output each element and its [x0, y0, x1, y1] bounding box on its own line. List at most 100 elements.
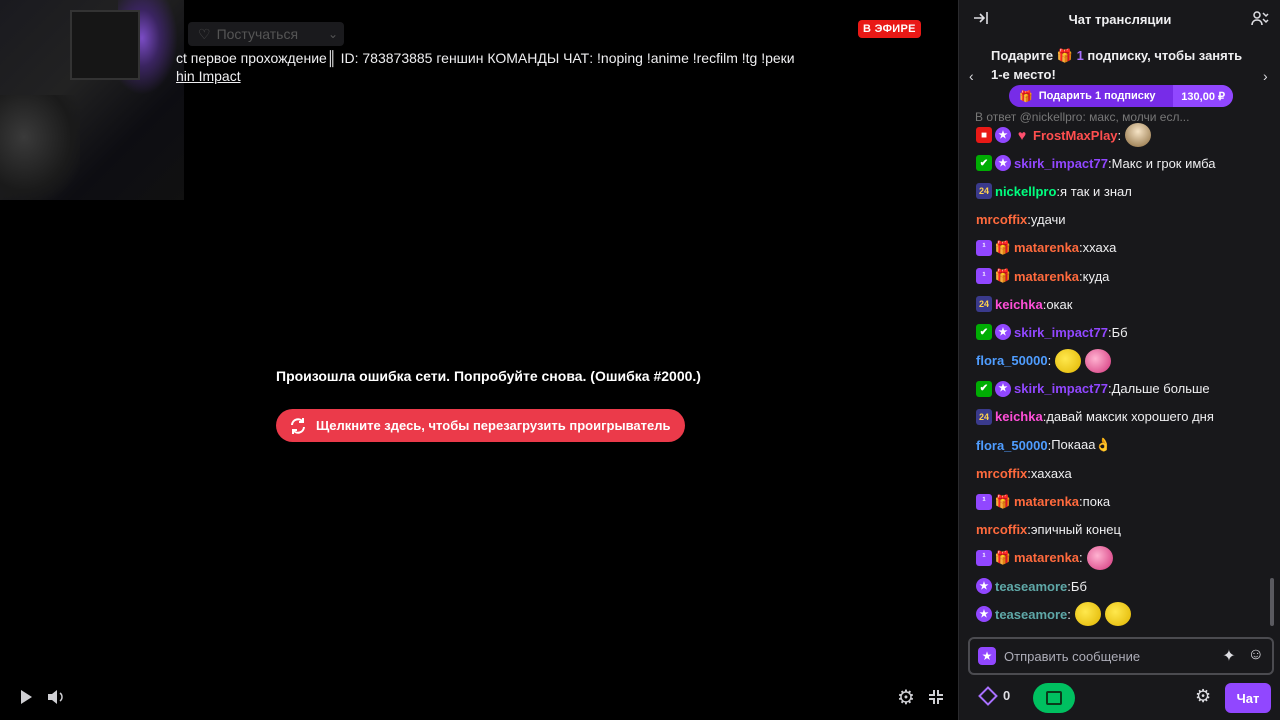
chat-username[interactable]: FrostMaxPlay: [1033, 128, 1118, 143]
emote-girl-icon[interactable]: [1125, 123, 1152, 148]
chat-scrollbar[interactable]: [1270, 578, 1274, 626]
video-player[interactable]: ♡ Постучаться ⌄ ct первое прохождение║ I…: [0, 0, 958, 720]
chat-username[interactable]: keichka: [995, 297, 1043, 312]
chat-username[interactable]: nickellpro: [995, 184, 1056, 199]
chat-username[interactable]: skirk_impact77: [1014, 325, 1108, 340]
chat-username[interactable]: teaseamore: [995, 607, 1067, 622]
mod-badge-icon[interactable]: ✔: [976, 324, 992, 341]
exit-fullscreen-button[interactable]: [925, 686, 947, 708]
webcam-overlay: [0, 0, 184, 200]
chat-colon: :: [1117, 127, 1122, 143]
sub-badge-icon[interactable]: ¹: [976, 549, 992, 566]
error-message: Произошла ошибка сети. Попробуйте снова.…: [276, 368, 701, 384]
emote-pink-icon[interactable]: [1085, 348, 1112, 373]
chevron-right-icon[interactable]: ›: [1263, 68, 1268, 84]
sub-badge-icon[interactable]: ¹: [976, 239, 992, 256]
gear-icon: ⚙: [897, 686, 915, 709]
chat-settings-icon[interactable]: ⚙: [1195, 686, 1211, 707]
chat-send-button[interactable]: Чат: [1225, 683, 1271, 713]
heart-badge-icon[interactable]: ♥: [1014, 127, 1030, 143]
chat-message-text: Бб: [1070, 578, 1087, 594]
chat-username[interactable]: flora_50000: [976, 353, 1048, 368]
chat-message: ¹ 🎁 matarenka: пока: [959, 487, 1269, 515]
chat-username[interactable]: matarenka: [1014, 240, 1079, 255]
gift-banner-text: Подарите 🎁 1 подписку, чтобы занять 1-е …: [991, 48, 1243, 82]
star-badge-icon[interactable]: ★: [995, 155, 1011, 172]
volume-button[interactable]: [45, 686, 67, 708]
chat-username[interactable]: matarenka: [1014, 550, 1079, 565]
star-badge-icon[interactable]: ★: [976, 606, 992, 623]
chat-message: ✔ ★ skirk_impact77: Дальше больше: [959, 375, 1269, 403]
gift-sub-banner: ‹ Подарите 🎁 1 подписку, чтобы занять 1-…: [959, 38, 1280, 112]
star-badge-icon[interactable]: ★: [995, 127, 1011, 144]
mod-badge-icon[interactable]: ✔: [976, 155, 992, 172]
reload-player-button[interactable]: Щелкните здесь, чтобы перезагрузить прои…: [276, 409, 685, 442]
settings-button[interactable]: ⚙: [895, 686, 917, 709]
chat-message-text: удачи: [1030, 212, 1066, 228]
24-badge-icon[interactable]: 24: [976, 183, 992, 200]
chat-username[interactable]: mrcoffix: [976, 522, 1027, 537]
star-badge-icon[interactable]: ★: [976, 578, 992, 595]
24-badge-icon[interactable]: 24: [976, 408, 992, 425]
star-badge-icon[interactable]: ★: [995, 380, 1011, 397]
chat-username[interactable]: mrcoffix: [976, 212, 1027, 227]
chat-input[interactable]: ★ Отправить сообщение ✦ ☺: [968, 637, 1274, 675]
points-icon: [978, 685, 998, 706]
chat-username[interactable]: skirk_impact77: [1014, 381, 1108, 396]
follow-button[interactable]: ♡ Постучаться ⌄: [188, 22, 344, 46]
chat-message: ¹ 🎁 matarenka: ххаха: [959, 234, 1269, 262]
emote-gold-icon[interactable]: [1055, 348, 1082, 373]
gift-badge-icon[interactable]: 🎁: [995, 494, 1011, 510]
emote-pink-icon[interactable]: [1086, 545, 1113, 570]
sparkle-icon[interactable]: ✦: [1222, 646, 1235, 666]
play-icon: [21, 690, 32, 704]
chat-username[interactable]: matarenka: [1014, 494, 1079, 509]
category-link[interactable]: hin Impact: [176, 68, 241, 84]
mod-badge-icon[interactable]: ✔: [976, 380, 992, 397]
collapse-chat-icon[interactable]: [973, 10, 989, 29]
minimize-icon: [929, 690, 943, 704]
gift-badge-icon[interactable]: 🎁: [995, 550, 1011, 566]
chat-title: Чат трансляции: [1068, 11, 1172, 27]
chat-username[interactable]: mrcoffix: [976, 466, 1027, 481]
chat-message-text: Макс и грок имба: [1111, 155, 1216, 171]
sub-badge-icon[interactable]: ¹: [976, 493, 992, 510]
chevron-down-icon[interactable]: ⌄: [328, 27, 338, 41]
chat-message: ✔ ★ skirk_impact77: Бб: [959, 318, 1269, 346]
chat-message-text: Покааа👌: [1051, 437, 1112, 453]
emote-gold-icon[interactable]: [1074, 602, 1101, 627]
star-badge-icon[interactable]: ★: [995, 324, 1011, 341]
chat-message-text: я так и знал: [1060, 183, 1132, 199]
chat-message-text: Бб: [1111, 324, 1128, 340]
chat-username[interactable]: skirk_impact77: [1014, 156, 1108, 171]
gift-icon: 🎁: [1019, 90, 1033, 103]
heart-icon: ♡: [198, 25, 211, 42]
chat-username[interactable]: matarenka: [1014, 269, 1079, 284]
camera-badge-icon[interactable]: ■: [976, 127, 992, 144]
gift-badge-icon[interactable]: 🎁: [995, 240, 1011, 256]
star-icon[interactable]: ★: [978, 647, 996, 665]
gift-sub-button[interactable]: 🎁 Подарить 1 подписку 130,00 ₽: [1009, 85, 1233, 107]
emoji-icon[interactable]: ☺: [1248, 646, 1264, 666]
chat-colon: :: [1067, 606, 1071, 622]
play-button[interactable]: [15, 686, 37, 708]
channel-points[interactable]: 0: [978, 685, 1010, 706]
prediction-button[interactable]: [1033, 683, 1075, 713]
emote-gold-icon[interactable]: [1104, 602, 1131, 627]
chat-username[interactable]: flora_50000: [976, 438, 1048, 453]
chat-message: 24 nickellpro: я так и знал: [959, 177, 1269, 205]
gift-badge-icon[interactable]: 🎁: [995, 268, 1011, 284]
sub-badge-icon[interactable]: ¹: [976, 268, 992, 285]
chat-message: mrcoffix: хахаха: [959, 459, 1269, 487]
live-badge: В ЭФИРЕ: [858, 20, 921, 38]
24-badge-icon[interactable]: 24: [976, 296, 992, 313]
chat-username[interactable]: teaseamore: [995, 579, 1067, 594]
reload-label: Щелкните здесь, чтобы перезагрузить прои…: [316, 418, 671, 433]
chat-username[interactable]: keichka: [995, 409, 1043, 424]
users-icon[interactable]: [1251, 10, 1269, 29]
follow-label: Постучаться: [216, 26, 299, 42]
chevron-left-icon[interactable]: ‹: [969, 68, 974, 84]
chat-input-placeholder: Отправить сообщение: [1004, 648, 1141, 664]
gift-icon: 🎁: [1056, 48, 1073, 63]
chat-colon: :: [1047, 353, 1052, 369]
